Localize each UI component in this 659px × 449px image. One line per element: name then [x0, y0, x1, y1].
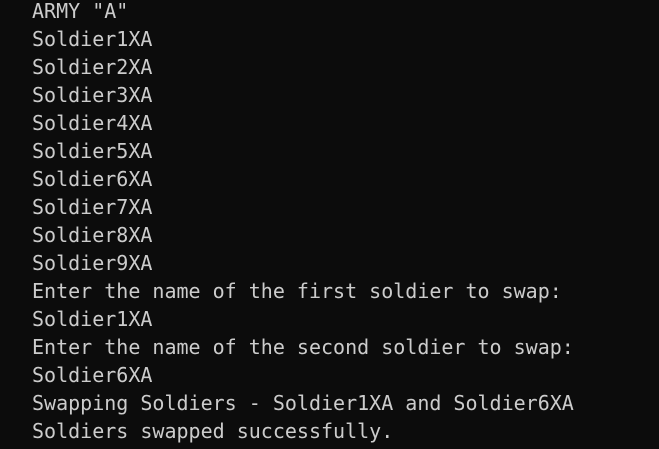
swap-result-line: Soldiers swapped successfully.	[32, 419, 394, 443]
soldier-list-item: Soldier5XA	[32, 139, 153, 163]
first-soldier-prompt: Enter the name of the first soldier to s…	[32, 279, 562, 303]
soldier-list-item: Soldier4XA	[32, 111, 153, 135]
soldier-list-item: Soldier2XA	[32, 55, 153, 79]
soldier-list-item: Soldier3XA	[32, 83, 153, 107]
soldier-list-item: Soldier7XA	[32, 195, 153, 219]
army-header-line: ARMY "A"	[32, 0, 129, 23]
terminal-window[interactable]: ARMY "A" Soldier1XA Soldier2XA Soldier3X…	[0, 0, 659, 449]
soldier-list-item: Soldier6XA	[32, 167, 153, 191]
second-soldier-input: Soldier6XA	[32, 363, 153, 387]
terminal-output: ARMY "A" Soldier1XA Soldier2XA Soldier3X…	[32, 0, 574, 445]
soldier-list-item: Soldier9XA	[32, 251, 153, 275]
second-soldier-prompt: Enter the name of the second soldier to …	[32, 335, 574, 359]
soldier-list-item: Soldier8XA	[32, 223, 153, 247]
first-soldier-input: Soldier1XA	[32, 307, 153, 331]
soldier-list-item: Soldier1XA	[32, 27, 153, 51]
swap-status-line: Swapping Soldiers - Soldier1XA and Soldi…	[32, 391, 574, 415]
